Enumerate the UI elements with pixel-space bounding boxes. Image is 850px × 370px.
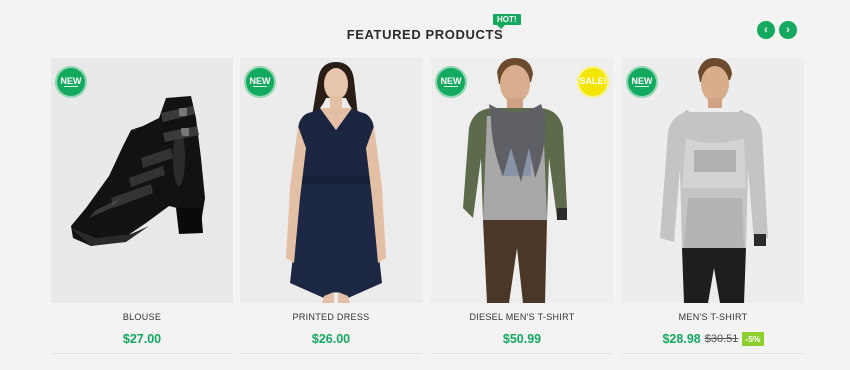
discount-badge: -5% bbox=[742, 332, 764, 346]
product-name[interactable]: DIESEL MEN'S T-SHIRT bbox=[431, 312, 613, 322]
new-badge: NEW bbox=[626, 66, 658, 98]
chevron-right-icon: › bbox=[786, 24, 790, 36]
card-divider bbox=[622, 353, 804, 354]
product-name[interactable]: BLOUSE bbox=[51, 312, 233, 322]
product-price: $28.98 bbox=[662, 332, 701, 346]
product-price: $26.00 bbox=[311, 332, 351, 346]
product-grid: NEW BLOUSE $27.00 NEW PRINTED DRESS $26.… bbox=[51, 58, 805, 358]
featured-products-page: FEATURED PRODUCTS HOT! ‹ › NEW BLOUSE $2… bbox=[0, 0, 850, 370]
price-row: $26.00 bbox=[240, 332, 422, 346]
product-image[interactable]: NEW bbox=[622, 58, 804, 303]
hot-badge: HOT! bbox=[493, 14, 521, 29]
new-badge: NEW bbox=[435, 66, 467, 98]
product-image[interactable]: NEW SALE! bbox=[431, 58, 613, 303]
new-badge: NEW bbox=[55, 66, 87, 98]
price-row: $27.00 bbox=[51, 332, 233, 346]
product-image[interactable]: NEW bbox=[240, 58, 422, 303]
product-card[interactable]: NEW BLOUSE $27.00 bbox=[51, 58, 233, 354]
card-divider bbox=[431, 353, 613, 354]
product-price: $50.99 bbox=[502, 332, 542, 346]
chevron-left-icon: ‹ bbox=[764, 24, 768, 36]
section-title: FEATURED PRODUCTS bbox=[346, 27, 504, 42]
price-row: $50.99 bbox=[431, 332, 613, 346]
product-image[interactable]: NEW bbox=[51, 58, 233, 303]
product-card[interactable]: NEW MEN'S T-SHIRT $28.98 $30.51 -5% bbox=[622, 58, 804, 354]
carousel-prev-button[interactable]: ‹ bbox=[757, 21, 775, 39]
sale-badge: SALE! bbox=[577, 66, 609, 98]
product-name[interactable]: MEN'S T-SHIRT bbox=[622, 312, 804, 322]
price-row: $28.98 $30.51 -5% bbox=[622, 332, 804, 346]
product-card[interactable]: NEW PRINTED DRESS $26.00 bbox=[240, 58, 422, 354]
card-divider bbox=[51, 353, 233, 354]
product-price: $27.00 bbox=[122, 332, 162, 346]
carousel-next-button[interactable]: › bbox=[779, 21, 797, 39]
card-divider bbox=[240, 353, 422, 354]
product-card[interactable]: NEW SALE! DIESEL MEN'S T-SHIRT $50.99 bbox=[431, 58, 613, 354]
new-badge: NEW bbox=[244, 66, 276, 98]
product-name[interactable]: PRINTED DRESS bbox=[240, 312, 422, 322]
old-price: $30.51 bbox=[704, 333, 739, 345]
